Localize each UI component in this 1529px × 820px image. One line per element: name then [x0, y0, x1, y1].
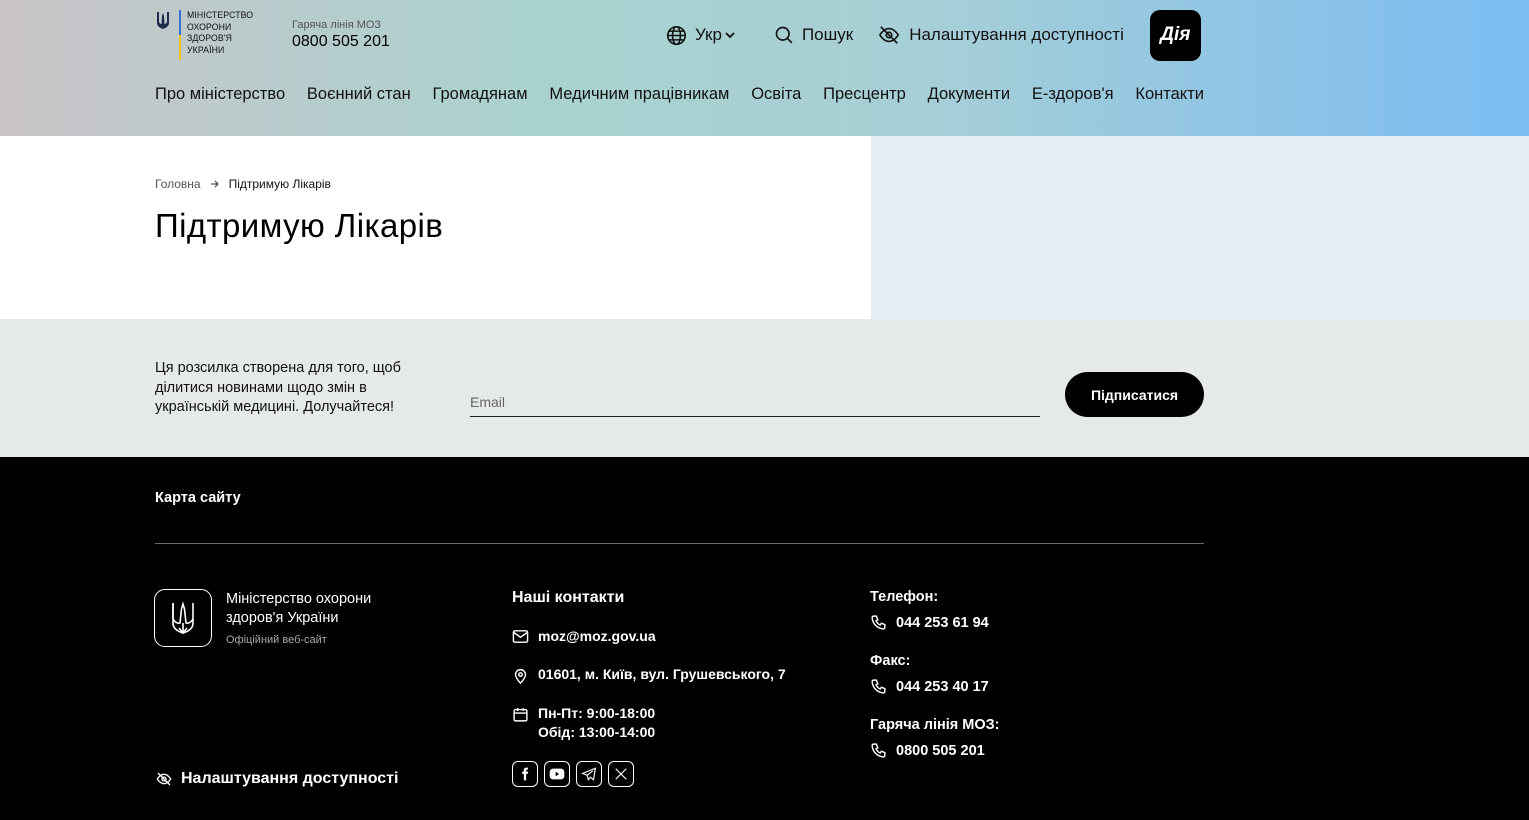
fax-label: Факс: — [870, 653, 911, 669]
language-selector[interactable]: Укр — [666, 25, 736, 46]
fax-number: 044 253 40 17 — [896, 678, 989, 695]
breadcrumb: Головна Підтримую Лікарів — [155, 177, 331, 191]
phone-icon — [871, 743, 886, 758]
title-side-panel — [871, 136, 1529, 319]
contact-email[interactable]: moz@moz.gov.ua — [512, 627, 656, 646]
eye-off-icon — [156, 772, 172, 786]
search-button[interactable]: Пошук — [774, 25, 853, 45]
contact-hours-weekdays: Пн-Пт: 9:00-18:00 — [538, 705, 656, 721]
telegram-icon — [581, 767, 597, 781]
footer-accessibility-label: Налаштування доступності — [181, 770, 399, 787]
contacts-title: Наші контакти — [512, 589, 625, 606]
youtube-icon — [549, 768, 565, 780]
arrow-right-icon — [210, 180, 219, 188]
nav-item-education[interactable]: Освіта — [751, 85, 801, 104]
x-link[interactable] — [608, 761, 634, 787]
fax-link[interactable]: 044 253 40 17 — [870, 678, 989, 695]
eye-off-icon — [879, 26, 900, 44]
breadcrumb-current: Підтримую Лікарів — [228, 177, 331, 191]
email-input[interactable] — [470, 388, 1040, 416]
youtube-link[interactable] — [544, 761, 570, 787]
email-field-wrapper — [470, 388, 1040, 417]
phone-label: Телефон: — [870, 589, 939, 605]
logo-text: Міністерство охорони здоров'я України — [187, 10, 254, 56]
header-hotline: Гаряча лінія МОЗ 0800 505 201 — [292, 19, 390, 51]
footer-divider — [155, 543, 1204, 544]
search-label: Пошук — [801, 25, 854, 44]
nav-item-contacts[interactable]: Контакти — [1135, 85, 1204, 104]
page-title: Підтримую Лікарів — [155, 207, 444, 244]
footer-org-name: Міністерство охорони здоров'я України — [226, 591, 372, 626]
telegram-link[interactable] — [576, 761, 602, 787]
footer-accessibility-button[interactable]: Налаштування доступності — [155, 770, 398, 788]
nav-item-press-center[interactable]: Пресцентр — [823, 85, 906, 104]
phone-number: 044 253 61 94 — [896, 614, 989, 631]
footer-logo[interactable] — [154, 589, 212, 647]
nav-item-documents[interactable]: Документи — [928, 85, 1010, 104]
accessibility-label: Налаштування доступності — [909, 25, 1124, 44]
facebook-icon — [522, 767, 529, 781]
trident-icon — [172, 601, 194, 635]
nav-item-about[interactable]: Про міністерство — [155, 85, 285, 104]
newsletter-text: Ця розсилка створена для того, щоб ділит… — [155, 360, 401, 415]
nav-item-e-health[interactable]: Е-здоров'я — [1032, 85, 1114, 104]
ministry-logo[interactable]: Міністерство охорони здоров'я України — [155, 10, 267, 60]
contact-hours-lunch: Обід: 13:00-14:00 — [538, 724, 656, 740]
contact-address: 01601, м. Київ, вул. Грушевського, 7 — [512, 665, 786, 685]
x-icon — [615, 768, 627, 780]
site-header: Міністерство охорони здоров'я України Га… — [0, 0, 1529, 136]
globe-icon — [666, 25, 687, 45]
top-actions: Укр Пошук Налаштування доступності Дія — [666, 9, 1201, 61]
nav-item-citizens[interactable]: Громадянам — [432, 85, 527, 104]
contact-hours: Пн-Пт: 9:00-18:00 Обід: 13:00-14:00 — [512, 704, 655, 742]
mail-icon — [512, 630, 529, 643]
nav-item-medical-workers[interactable]: Медичним працівникам — [549, 85, 729, 104]
nav-item-martial-law[interactable]: Воєнний стан — [307, 85, 411, 104]
subscribe-button[interactable]: Підписатися — [1065, 372, 1204, 417]
phone-link[interactable]: 044 253 61 94 — [870, 614, 989, 631]
hotline-label: Гаряча лінія МОЗ — [292, 19, 382, 31]
facebook-link[interactable] — [512, 761, 538, 787]
footer-hotline-link[interactable]: 0800 505 201 — [870, 742, 985, 759]
location-pin-icon — [514, 668, 527, 685]
trident-icon — [157, 12, 169, 29]
sitemap-link[interactable]: Карта сайту — [155, 490, 241, 506]
contact-address-text: 01601, м. Київ, вул. Грушевського, 7 — [538, 666, 786, 682]
logo-flag-bar — [179, 10, 181, 60]
hotline-phone[interactable]: 0800 505 201 — [292, 33, 390, 51]
main-nav: Про міністерство Воєнний стан Громадянам… — [155, 85, 1204, 104]
search-icon — [775, 26, 793, 44]
social-links — [512, 761, 634, 787]
contact-email-text: moz@moz.gov.ua — [538, 628, 656, 644]
footer-hotline-label: Гаряча лінія МОЗ: — [870, 717, 1000, 733]
chevron-down-icon — [725, 32, 735, 39]
calendar-icon — [513, 708, 528, 722]
breadcrumb-home[interactable]: Головна — [155, 177, 201, 191]
language-label: Укр — [695, 25, 722, 44]
phone-icon — [871, 615, 886, 630]
accessibility-settings-button[interactable]: Налаштування доступності — [877, 24, 1124, 46]
footer-hotline-number: 0800 505 201 — [896, 742, 985, 759]
footer-official-site: Офіційний веб-сайт — [226, 634, 327, 646]
phone-icon — [871, 679, 886, 694]
diya-button[interactable]: Дія — [1149, 9, 1201, 61]
